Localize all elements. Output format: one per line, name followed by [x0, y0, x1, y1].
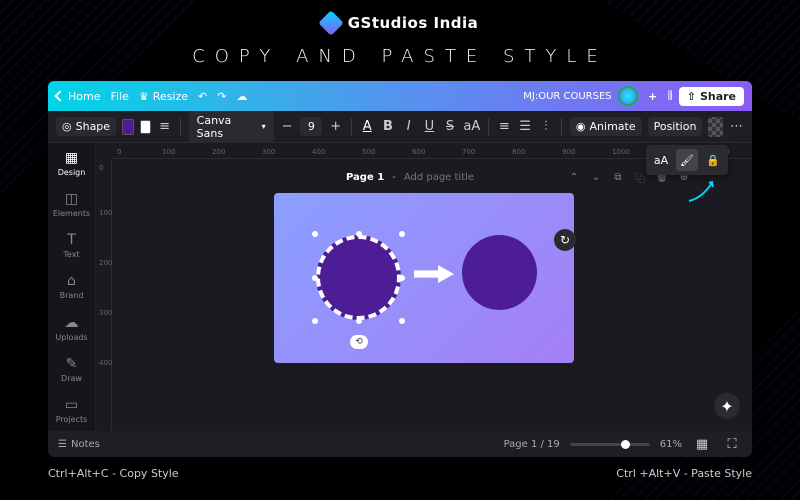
zoom-slider[interactable]: [570, 443, 650, 446]
list-button[interactable]: ☰: [518, 117, 533, 137]
sidebar-item-elements[interactable]: ◫Elements: [48, 184, 95, 225]
menubar: Home File ♛Resize ↶ ↷ ☁ MJ:OUR COURSES +…: [48, 81, 752, 111]
design-icon: ▦: [64, 150, 80, 166]
shape-icon: ◎: [62, 120, 72, 133]
notes-icon: ☰: [58, 439, 67, 450]
sidebar-item-text[interactable]: TText: [48, 225, 95, 266]
page-title-separator: -: [392, 172, 396, 183]
text-case-button[interactable]: aA: [463, 117, 480, 137]
shortcuts-footer: Ctrl+Alt+C - Copy Style Ctrl +Alt+V - Pa…: [0, 457, 800, 480]
brand-header: GStudios India: [0, 0, 800, 38]
brand-logo-icon: [318, 10, 343, 35]
regenerate-button[interactable]: ↻: [554, 229, 576, 251]
resize-handle-br[interactable]: [399, 318, 405, 324]
resize-handle-ml[interactable]: [312, 275, 318, 281]
fullscreen-button[interactable]: ⛶: [722, 434, 742, 454]
page-number-label: Page 1: [346, 172, 384, 183]
elements-icon: ◫: [64, 191, 80, 207]
file-menu[interactable]: File: [110, 90, 128, 103]
position-button[interactable]: Position: [648, 117, 703, 136]
text-icon: T: [64, 232, 80, 248]
page-title-input[interactable]: Add page title: [404, 172, 474, 183]
sidebar-item-brand[interactable]: ⌂Brand: [48, 266, 95, 307]
home-button[interactable]: Home: [56, 90, 100, 103]
circle-shape-2[interactable]: [462, 235, 537, 310]
font-size-increase[interactable]: +: [328, 117, 343, 137]
resize-handle-tl[interactable]: [312, 231, 318, 237]
resize-handle-mr[interactable]: [399, 275, 405, 281]
page-indicator[interactable]: Page 1 / 19: [504, 439, 560, 450]
chevron-left-icon: [54, 90, 65, 101]
analytics-button[interactable]: ⫼: [668, 89, 673, 103]
font-select[interactable]: Canva Sans▾: [189, 111, 274, 143]
share-button[interactable]: ⇧Share: [679, 87, 744, 106]
text-style-button[interactable]: aA: [650, 149, 672, 171]
underline-button[interactable]: U: [422, 117, 437, 137]
annotation-arrow: [687, 178, 717, 203]
selected-circle-shape[interactable]: [316, 235, 401, 320]
animate-button[interactable]: ◉Animate: [570, 117, 642, 136]
arrow-shape[interactable]: [414, 265, 454, 283]
canvas-area[interactable]: 0100200300400500600700800900100011001200…: [96, 143, 752, 431]
zoom-level[interactable]: 61%: [660, 439, 682, 450]
collapse-up-icon[interactable]: ⌃: [566, 169, 582, 185]
resize-handle-bl[interactable]: [312, 318, 318, 324]
resize-handle-mb[interactable]: [356, 318, 362, 324]
spacing-button[interactable]: ⫶: [538, 117, 553, 137]
lock-page-icon[interactable]: ⧉: [610, 169, 626, 185]
sidebar-item-projects[interactable]: ▭Projects: [48, 390, 95, 431]
projects-icon: ▭: [64, 397, 80, 413]
tool-sidebar: ▦Design ◫Elements TText ⌂Brand ☁Uploads …: [48, 143, 96, 431]
font-size-decrease[interactable]: −: [280, 117, 295, 137]
copy-shortcut-label: Ctrl+Alt+C - Copy Style: [48, 467, 179, 480]
shape-tool[interactable]: ◎Shape: [56, 117, 116, 136]
text-color-button[interactable]: A: [360, 117, 375, 137]
fill-color-swatch[interactable]: [122, 119, 134, 135]
border-color-swatch[interactable]: [140, 120, 151, 134]
transparency-button[interactable]: [708, 117, 723, 137]
animate-icon: ◉: [576, 120, 586, 133]
uploads-icon: ☁: [64, 315, 80, 331]
context-label: MJ:OUR COURSES: [523, 91, 611, 102]
undo-button[interactable]: ↶: [198, 90, 207, 103]
lock-button[interactable]: 🔒: [702, 149, 724, 171]
user-avatar[interactable]: [618, 86, 638, 106]
strikethrough-button[interactable]: S: [443, 117, 458, 137]
align-button[interactable]: ≡: [497, 117, 512, 137]
italic-button[interactable]: I: [401, 117, 416, 137]
notes-button[interactable]: ☰Notes: [58, 439, 100, 450]
more-button[interactable]: ⋯: [729, 117, 744, 137]
sidebar-item-draw[interactable]: ✎Draw: [48, 349, 95, 390]
sidebar-item-design[interactable]: ▦Design: [48, 143, 95, 184]
border-style-button[interactable]: ≡: [157, 117, 172, 137]
rotate-handle[interactable]: ⟲: [350, 335, 368, 349]
resize-button[interactable]: ♛Resize: [139, 90, 188, 103]
crown-icon: ♛: [139, 90, 149, 103]
grid-view-button[interactable]: ▦: [692, 434, 712, 454]
cloud-sync-icon[interactable]: ☁: [236, 90, 247, 103]
tutorial-headline: COPY AND PASTE STYLE: [0, 46, 800, 67]
design-page[interactable]: ⟲ ↻: [274, 193, 574, 363]
chevron-down-icon: ▾: [262, 122, 266, 131]
copy-style-button[interactable]: 🖌: [676, 149, 698, 171]
collapse-down-icon[interactable]: ⌄: [588, 169, 604, 185]
resize-handle-mt[interactable]: [356, 231, 362, 237]
editor-window: Home File ♛Resize ↶ ↷ ☁ MJ:OUR COURSES +…: [48, 81, 752, 457]
bold-button[interactable]: B: [381, 117, 396, 137]
style-popover: aA 🖌 🔒: [646, 145, 728, 175]
add-collaborator-button[interactable]: +: [644, 87, 662, 105]
magic-button[interactable]: ✦: [714, 393, 740, 419]
redo-button[interactable]: ↷: [217, 90, 226, 103]
resize-handle-tr[interactable]: [399, 231, 405, 237]
font-size-input[interactable]: 9: [300, 117, 322, 136]
brand-icon: ⌂: [64, 273, 80, 289]
draw-icon: ✎: [64, 356, 80, 372]
brand-name: GStudios India: [348, 14, 479, 32]
status-bar: ☰Notes Page 1 / 19 61% ▦ ⛶: [48, 431, 752, 457]
property-toolbar: ◎Shape ≡ Canva Sans▾ − 9 + A B I U S aA …: [48, 111, 752, 143]
paste-shortcut-label: Ctrl +Alt+V - Paste Style: [616, 467, 752, 480]
sidebar-item-uploads[interactable]: ☁Uploads: [48, 308, 95, 349]
upload-icon: ⇧: [687, 90, 696, 103]
